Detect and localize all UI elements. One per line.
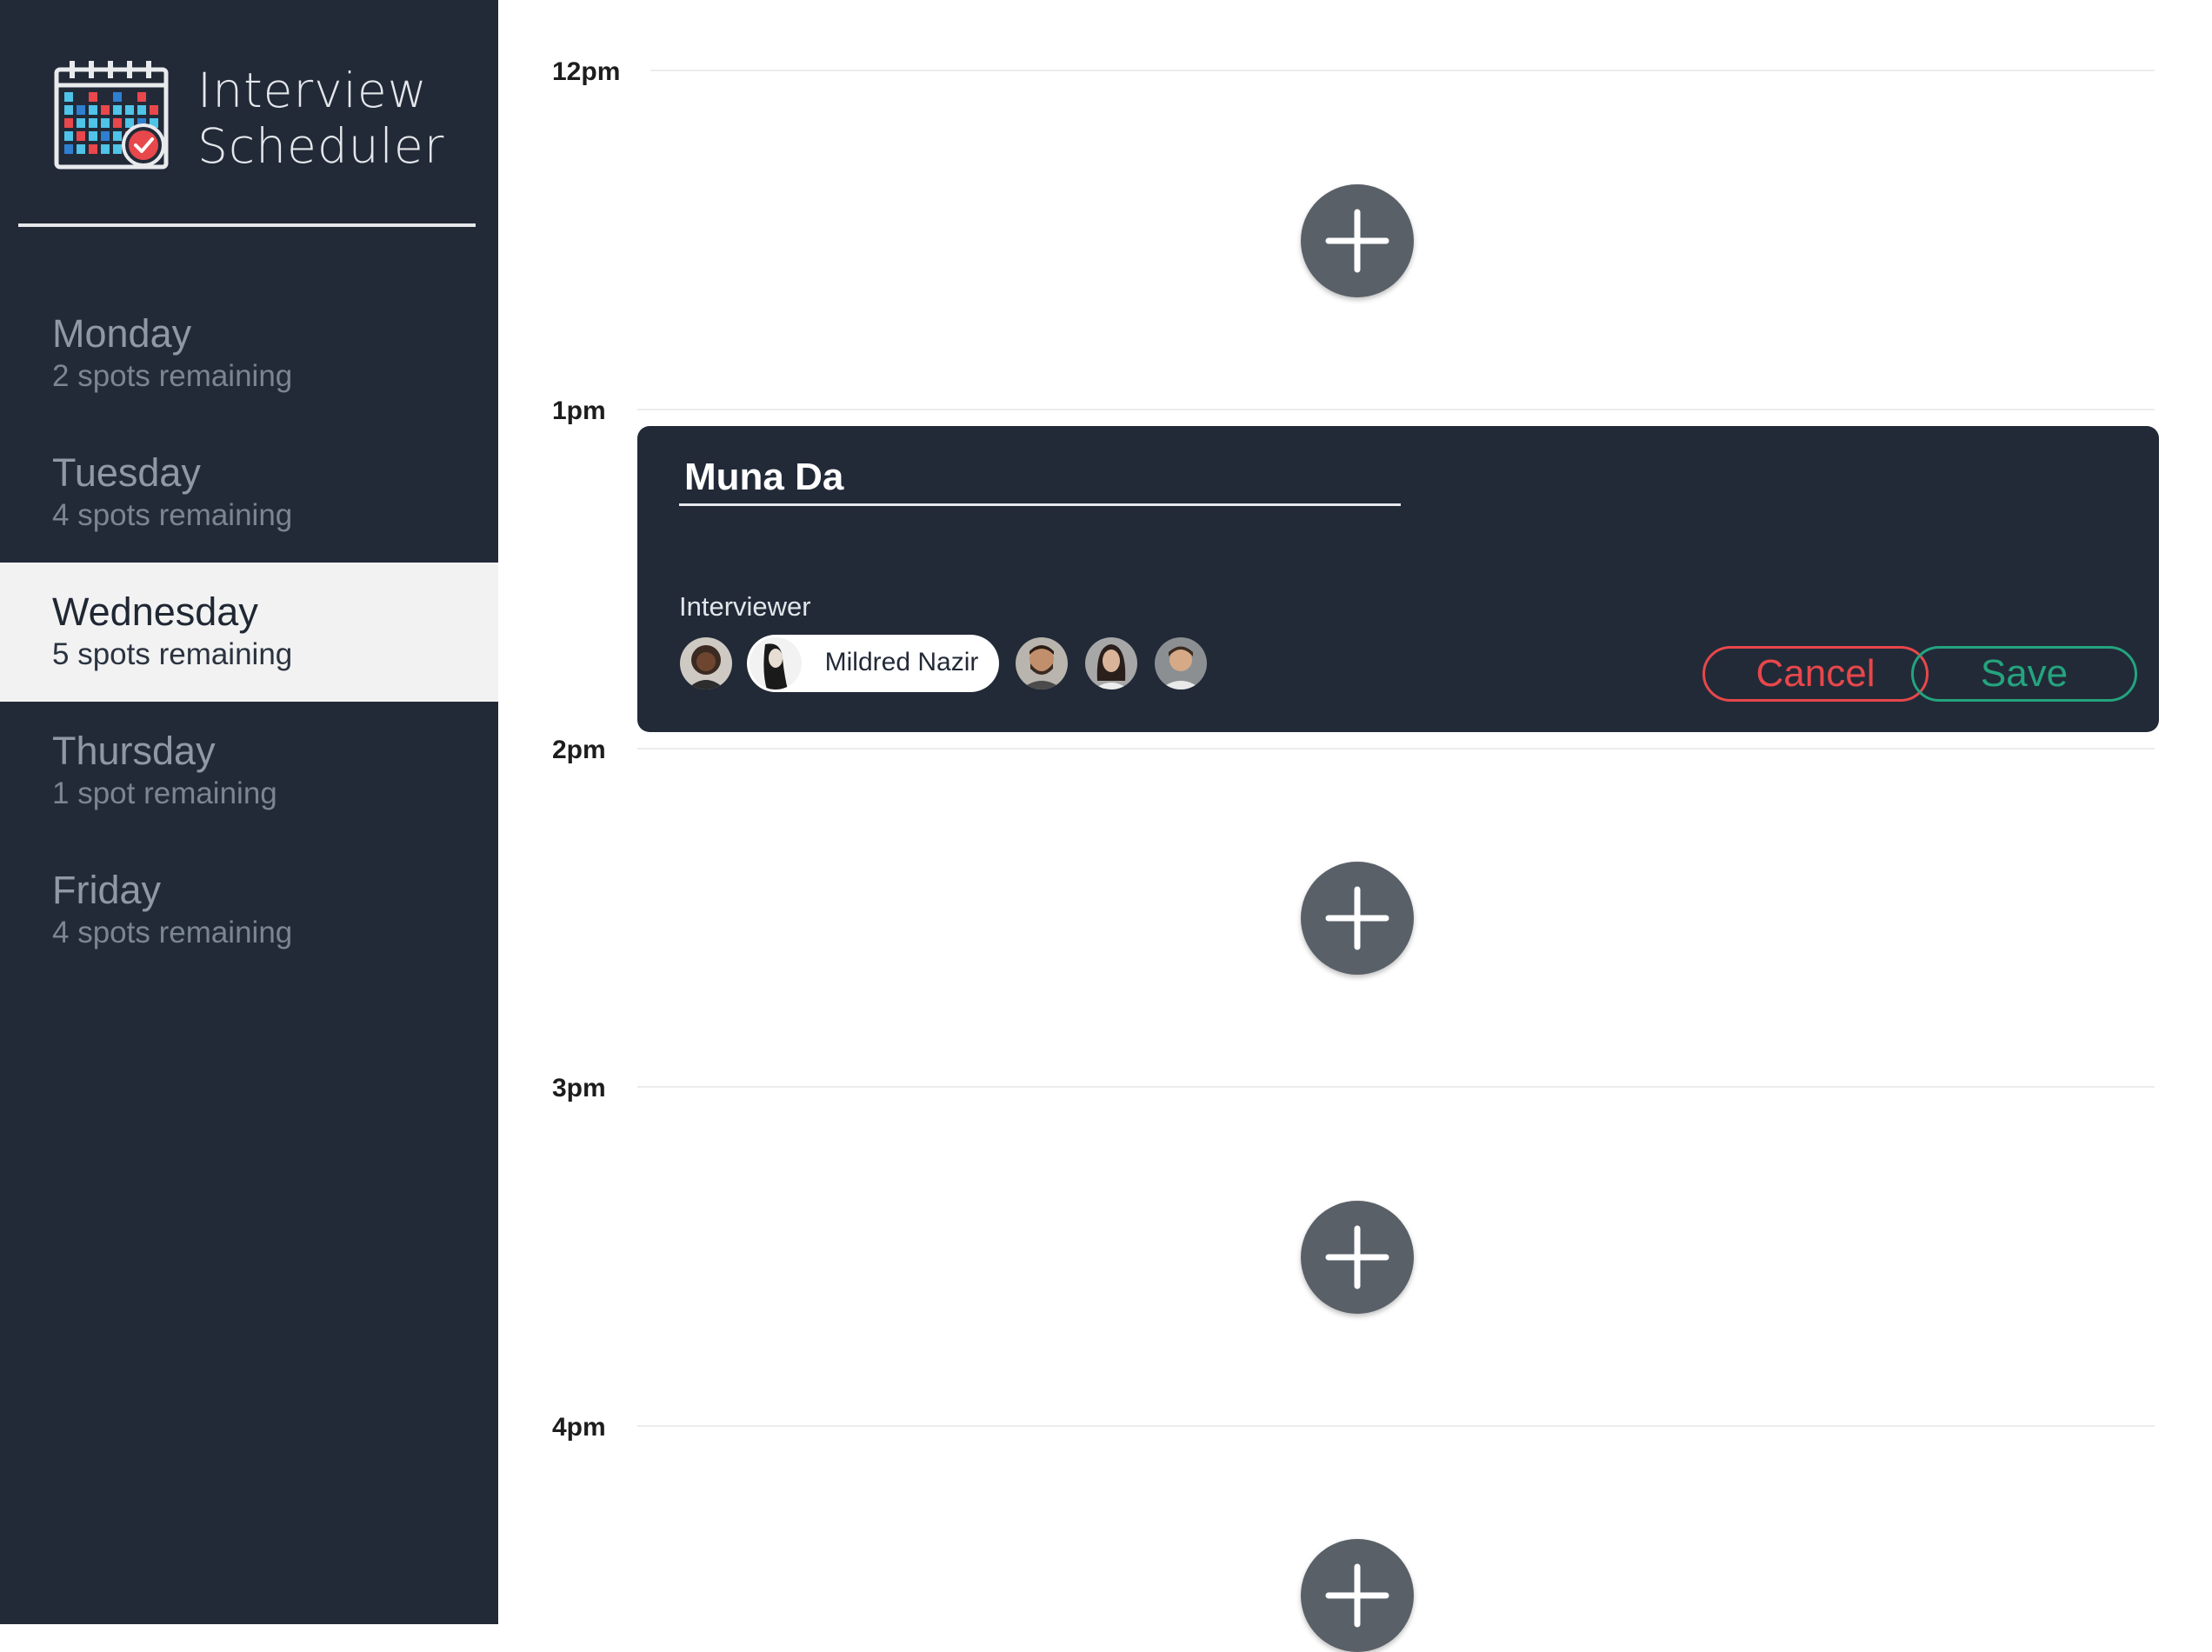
day-spots-remaining: 5 spots remaining bbox=[52, 637, 293, 671]
interviewer-avatar bbox=[680, 637, 732, 689]
plus-icon bbox=[1325, 1225, 1389, 1289]
schedule: 12pm 1pm Interviewer bbox=[498, 0, 2212, 1652]
day-spots-remaining: 4 spots remaining bbox=[52, 916, 293, 949]
add-appointment-button[interactable] bbox=[1301, 862, 1414, 975]
slot-separator bbox=[637, 1425, 2155, 1427]
day-name: Monday bbox=[52, 311, 192, 356]
interviewer-avatar bbox=[1085, 637, 1137, 689]
slot-separator bbox=[637, 748, 2155, 749]
day-item-thursday[interactable]: Thursday 1 spot remaining bbox=[0, 702, 498, 841]
slot-time-1pm: 1pm bbox=[552, 396, 606, 425]
day-list: Monday 2 spots remaining Tuesday 4 spots… bbox=[0, 284, 498, 980]
day-item-wednesday[interactable]: Wednesday 5 spots remaining bbox=[0, 563, 498, 702]
add-appointment-button[interactable] bbox=[1301, 1201, 1414, 1314]
slot-separator bbox=[637, 1086, 2155, 1088]
sidebar-divider bbox=[18, 223, 476, 227]
app-title-line2: Scheduler bbox=[197, 118, 445, 174]
day-name: Friday bbox=[52, 868, 162, 912]
interviewer-name: Mildred Nazir bbox=[824, 648, 979, 676]
brand: Interview Scheduler bbox=[54, 61, 454, 183]
cancel-button[interactable]: Cancel bbox=[1702, 646, 1929, 702]
slot-separator bbox=[650, 70, 2155, 71]
sidebar: Interview Scheduler Monday 2 spots remai… bbox=[0, 0, 498, 1624]
day-item-tuesday[interactable]: Tuesday 4 spots remaining bbox=[0, 423, 498, 563]
interviewer-option[interactable] bbox=[1013, 635, 1070, 692]
day-item-monday[interactable]: Monday 2 spots remaining bbox=[0, 284, 498, 423]
slot-time-12pm: 12pm bbox=[552, 57, 621, 86]
interviewer-avatar bbox=[750, 637, 802, 689]
interviewer-avatar bbox=[1155, 637, 1207, 689]
day-spots-remaining: 2 spots remaining bbox=[52, 359, 293, 393]
add-appointment-button[interactable] bbox=[1301, 184, 1414, 297]
interviewer-option[interactable] bbox=[677, 635, 735, 692]
app-title: Interview Scheduler bbox=[197, 63, 444, 174]
interviewer-option[interactable] bbox=[1152, 635, 1209, 692]
plus-icon bbox=[1325, 886, 1389, 950]
appointment-form: Interviewer Mildred Nazir bbox=[637, 426, 2159, 732]
calendar-check-icon bbox=[54, 61, 169, 170]
interviewer-option-selected[interactable]: Mildred Nazir bbox=[747, 635, 999, 692]
day-spots-remaining: 4 spots remaining bbox=[52, 498, 293, 532]
interviewer-option[interactable] bbox=[1083, 635, 1140, 692]
student-name-input[interactable] bbox=[679, 454, 1401, 506]
slot-separator bbox=[637, 409, 2155, 410]
plus-icon bbox=[1325, 209, 1389, 273]
day-item-friday[interactable]: Friday 4 spots remaining bbox=[0, 841, 498, 980]
app-title-line1: Interview bbox=[197, 63, 428, 118]
interviewer-avatar bbox=[1016, 637, 1068, 689]
slot-time-4pm: 4pm bbox=[552, 1413, 606, 1442]
day-spots-remaining: 1 spot remaining bbox=[52, 776, 277, 810]
slot-time-2pm: 2pm bbox=[552, 736, 606, 764]
day-name: Wednesday bbox=[52, 590, 258, 634]
save-button[interactable]: Save bbox=[1911, 646, 2137, 702]
plus-icon bbox=[1325, 1563, 1389, 1628]
interviewer-list: Mildred Nazir bbox=[677, 635, 1222, 692]
day-name: Thursday bbox=[52, 729, 216, 773]
interviewer-label: Interviewer bbox=[679, 591, 811, 622]
add-appointment-button[interactable] bbox=[1301, 1539, 1414, 1652]
slot-time-3pm: 3pm bbox=[552, 1074, 606, 1102]
day-name: Tuesday bbox=[52, 450, 201, 495]
